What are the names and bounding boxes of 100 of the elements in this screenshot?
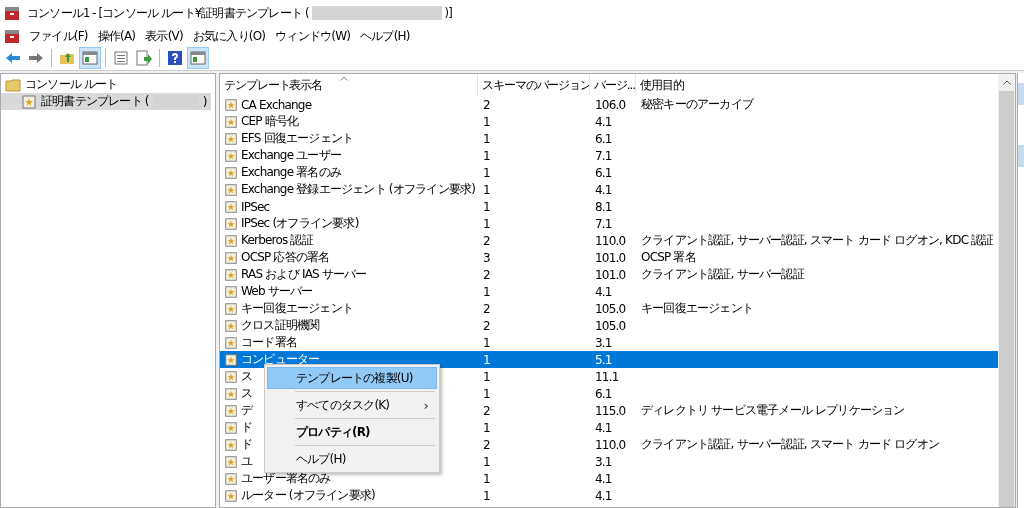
- scroll-thumb[interactable]: [999, 91, 1014, 507]
- template-name: デ: [241, 402, 253, 419]
- scrollbar[interactable]: [998, 74, 1015, 507]
- certificate-icon: [224, 335, 238, 350]
- table-cell-text: クライアント認証, サーバー認証, スマート カード ログオン: [640, 436, 941, 453]
- table-cell-text: 1: [482, 165, 491, 180]
- action-pane-button[interactable]: [187, 47, 209, 69]
- template-name: OCSP 応答の署名: [241, 249, 330, 266]
- template-name: ス: [241, 385, 253, 402]
- help-icon: [167, 50, 183, 66]
- pane-icon: [82, 50, 98, 66]
- template-name: ルーター (オフライン要求): [241, 487, 375, 504]
- column-header[interactable]: バージ...: [590, 74, 636, 96]
- menu-item[interactable]: すべてのタスク(K) ›: [267, 394, 437, 416]
- menu-item[interactable]: 操作(A): [92, 27, 141, 45]
- menu-item[interactable]: お気に入り(O): [187, 27, 271, 45]
- template-name: Exchange ユーザー: [241, 147, 342, 164]
- table-cell-text: 3.1: [594, 454, 613, 469]
- table-cell-text: 1: [482, 471, 491, 486]
- redaction-bar: [152, 94, 199, 109]
- table-cell-text: 4.1: [594, 471, 613, 486]
- certificate-icon: [224, 420, 238, 435]
- template-name: ユ: [241, 453, 253, 470]
- table-cell-text: クライアント認証, サーバー認証, スマート カード ログオン, KDC 認証: [640, 232, 995, 249]
- menu-item[interactable]: ヘルプ(H): [355, 27, 415, 45]
- certificate-icon: [21, 93, 37, 110]
- menu-item[interactable]: テンプレートの複製(U): [267, 367, 437, 389]
- window-title: )]: [444, 6, 452, 20]
- table-cell-text: 4.1: [594, 284, 613, 299]
- certificate-icon: [224, 216, 238, 231]
- table-cell-text: 1: [482, 199, 491, 214]
- template-name: コード署名: [241, 334, 297, 351]
- certificate-icon: [224, 403, 238, 418]
- certificate-icon: [224, 97, 238, 112]
- table-cell-text: 1: [482, 488, 491, 503]
- certificate-icon: [224, 318, 238, 333]
- toolbox-icon: [4, 5, 20, 21]
- tree-pane-button[interactable]: [79, 47, 101, 69]
- template-name: Kerberos 認証: [241, 232, 313, 249]
- table-cell-text: 8.1: [594, 199, 613, 214]
- certificate-icon: [224, 471, 238, 486]
- column-header[interactable]: テンプレート表示名: [220, 74, 478, 96]
- table-cell-text: 1: [482, 335, 491, 350]
- table-cell-text: 7.1: [594, 148, 613, 163]
- template-name: Exchange 署名のみ: [241, 164, 342, 181]
- table-cell-text: 110.0: [594, 437, 627, 452]
- table-cell-text: 105.0: [594, 318, 627, 333]
- tree-item[interactable]: 証明書テンプレート ( ): [1, 93, 211, 110]
- table-cell-text: 6.1: [594, 165, 613, 180]
- table-cell-text: 1: [482, 216, 491, 231]
- table-cell-text: 2: [482, 97, 491, 112]
- template-name: EFS 回復エージェント: [241, 130, 354, 147]
- table-cell-text: 1: [482, 148, 491, 163]
- certificate-icon: [224, 454, 238, 469]
- table-cell-text: 4.1: [594, 488, 613, 503]
- menu-item[interactable]: ヘルプ(H): [267, 448, 437, 470]
- template-name: ド: [241, 436, 253, 453]
- certificate-icon: [224, 233, 238, 248]
- scroll-up-icon[interactable]: [1002, 80, 1011, 85]
- table-cell-text: 105.0: [594, 301, 627, 316]
- template-name: クロス証明機関: [241, 317, 320, 334]
- forward-arrow-icon: [28, 50, 44, 66]
- export-icon: [136, 50, 152, 66]
- table-cell-text: 106.0: [594, 97, 627, 112]
- export-button[interactable]: [133, 47, 155, 69]
- table-cell-text: 2: [482, 301, 491, 316]
- certificate-icon: [224, 301, 238, 316]
- table-cell-text: 1: [482, 182, 491, 197]
- table-cell-text: 4.1: [594, 114, 613, 129]
- menu-item[interactable]: 表示(V): [140, 27, 188, 45]
- table-cell-text: 2: [482, 267, 491, 282]
- column-header[interactable]: 使用目的: [636, 74, 998, 96]
- table-cell-text: 1: [482, 114, 491, 129]
- certificate-icon: [224, 284, 238, 299]
- certificate-icon: [224, 148, 238, 163]
- certificate-icon: [224, 437, 238, 452]
- table-cell-text: 1: [482, 284, 491, 299]
- certificate-icon: [224, 488, 238, 503]
- table-cell-text: 1: [482, 420, 491, 435]
- table-cell-text: 7.1: [594, 216, 613, 231]
- menu-item[interactable]: ファイル(F): [24, 27, 93, 45]
- menu-item[interactable]: ウィンドウ(W): [270, 27, 356, 45]
- menu-item[interactable]: プロパティ(R): [267, 421, 437, 443]
- table-cell-text: 4.1: [594, 182, 613, 197]
- certificate-icon: [224, 267, 238, 282]
- template-name: キー回復エージェント: [241, 300, 353, 317]
- table-cell-text: 1: [482, 352, 491, 367]
- toolbox-icon[interactable]: [4, 28, 20, 44]
- tree-item[interactable]: コンソール ルート: [1, 76, 118, 93]
- column-header[interactable]: スキーマのバージョン: [478, 74, 590, 96]
- certificate-icon: [224, 352, 238, 367]
- certificate-icon: [224, 250, 238, 265]
- certificate-icon: [224, 386, 238, 401]
- certificate-icon: [224, 114, 238, 129]
- table-cell-text: 5.1: [594, 352, 613, 367]
- table-cell-text: 2: [482, 437, 491, 452]
- table-cell-text: 11.1: [594, 369, 620, 384]
- template-name: CA Exchange: [241, 97, 312, 112]
- template-name: RAS および IAS サーバー: [241, 266, 367, 283]
- table-cell-text: 2: [482, 233, 491, 248]
